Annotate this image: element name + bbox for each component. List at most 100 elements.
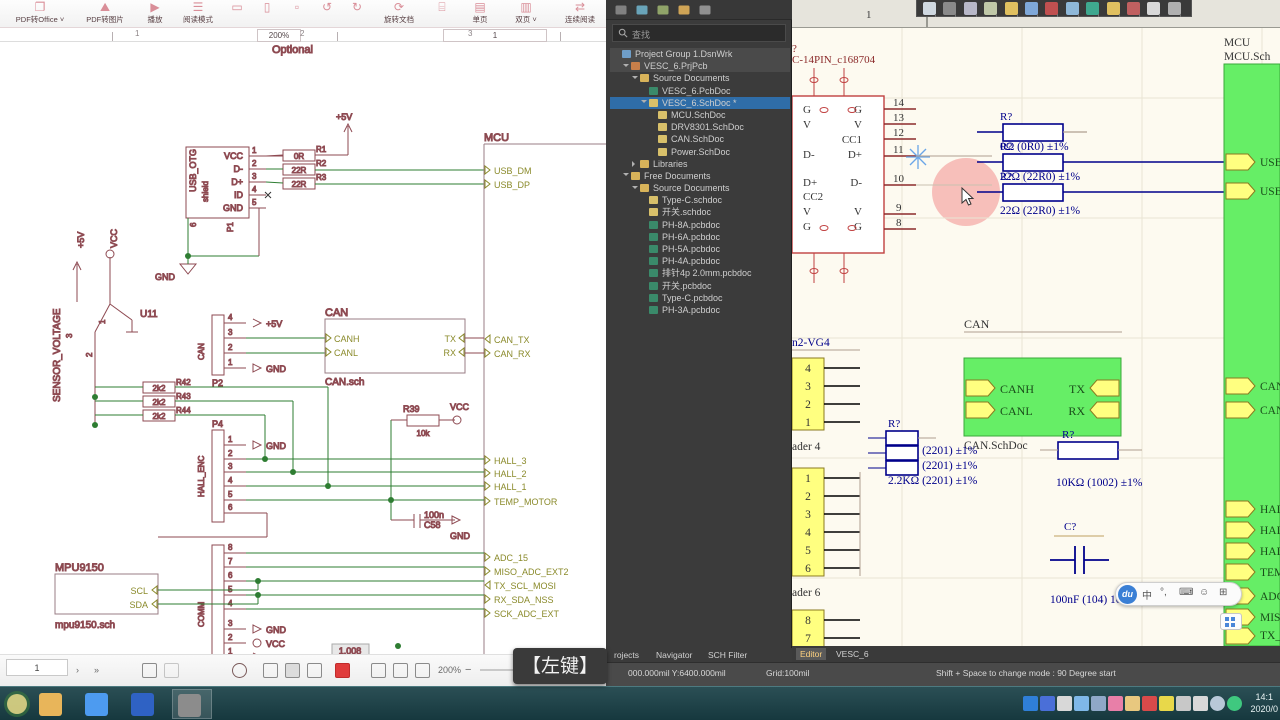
tree-item[interactable]: 开关.pcbdoc (610, 280, 790, 292)
tree-item[interactable]: Libraries (610, 158, 790, 170)
folder-icon[interactable] (677, 3, 691, 17)
pdf-tool-fit-page-icon[interactable]: ▯ (254, 0, 280, 28)
pdf-tool-read-mode-icon[interactable]: ☰ 阅读模式 (176, 0, 220, 28)
project-search-box[interactable]: 查找 (612, 24, 786, 42)
tray-cloud-sync-icon[interactable] (1040, 696, 1055, 711)
toolbar-dropdown-caret[interactable] (996, 14, 998, 17)
pdf-tool-fit-width-icon[interactable]: ▫ (284, 0, 310, 28)
tray-music-icon[interactable] (1057, 696, 1072, 711)
ime-toolbar[interactable]: du 中 °, ⌨ ☺ ⊞ (1115, 582, 1242, 606)
pdf-presentation-icon[interactable] (142, 659, 157, 681)
toolbar-dropdown-caret[interactable] (1118, 14, 1120, 17)
panel-tab-rojects[interactable]: rojects (610, 649, 643, 661)
toolbar-dropdown-caret[interactable] (1139, 14, 1140, 17)
altium-floating-toolbar[interactable] (916, 0, 1192, 17)
editor-canvas[interactable]: ? C-14PIN_c168704 GV D- D+ CC2 VG G V CC… (792, 28, 1280, 646)
tree-item[interactable]: VESC_6.PrjPcb (610, 60, 790, 73)
pdf-tool-rotate-right-icon[interactable]: ↻ (344, 0, 370, 28)
pdf-tool-double-page-icon[interactable]: ▥ 双页 ˅ (504, 0, 548, 28)
tray-volume-icon[interactable] (1193, 696, 1208, 711)
taskbar-altium-designer-icon[interactable] (172, 689, 212, 719)
pdf-tool2-icon[interactable] (393, 659, 408, 681)
pdf-last-page-button[interactable]: » (94, 659, 99, 681)
settings-icon[interactable] (698, 3, 712, 17)
pdf-tool-play-icon[interactable]: ▶ 播放 (138, 0, 172, 28)
toolbar-dropdown-caret[interactable] (1098, 14, 1100, 17)
taskbar-wps-writer-icon[interactable] (126, 689, 166, 719)
tray-image-icon[interactable] (1125, 696, 1140, 711)
tray-grid-icon[interactable] (1091, 696, 1106, 711)
chevron-right-icon[interactable] (632, 161, 635, 168)
pdf-view-scroll-icon[interactable] (263, 659, 278, 681)
taskbar-file-explorer-icon[interactable] (34, 689, 74, 719)
pdf-next-page-button[interactable]: › (76, 659, 79, 681)
pdf-tool-page-layout-icon[interactable]: ⌸ (428, 0, 456, 28)
tree-item[interactable]: 排针4p 2.0mm.pcbdoc (610, 267, 790, 279)
tree-item[interactable]: 开关.schdoc (610, 206, 790, 218)
tree-item[interactable]: CAN.SchDoc (610, 133, 790, 145)
tree-item[interactable]: PH-5A.pcbdoc (610, 243, 790, 255)
pdf-tool-single-page-icon[interactable]: ▭ (224, 0, 250, 28)
toolbar-dropdown-caret[interactable] (975, 14, 977, 17)
pdf-zoom-out-button[interactable]: − (465, 659, 471, 681)
toolbar-dropdown-caret[interactable] (1057, 14, 1059, 17)
tree-item[interactable]: Type-C.schdoc (610, 194, 790, 206)
tree-item[interactable]: Free Documents (610, 170, 790, 182)
ime-punctuation-mode[interactable]: °, (1160, 587, 1167, 598)
chevron-down-icon[interactable] (623, 63, 629, 70)
tray-box-icon[interactable] (1074, 696, 1089, 711)
pdf-tool1-icon[interactable] (371, 659, 386, 681)
editor-tab-vesc_6[interactable]: VESC_6 (832, 648, 873, 660)
pdf-page-number-input[interactable]: 1 (6, 659, 68, 676)
tree-item[interactable]: VESC_6.SchDoc * (610, 96, 790, 109)
tray-yellow-arrow-icon[interactable] (1159, 696, 1174, 711)
ime-user-icon[interactable]: ☺ (1199, 587, 1209, 598)
ime-toolbox-icon[interactable]: ⊞ (1219, 587, 1227, 598)
toolbar-dropdown-caret[interactable] (1016, 14, 1018, 17)
toolbar-dropdown-caret[interactable] (1077, 14, 1079, 17)
pdf-view-single-icon[interactable] (285, 659, 300, 681)
tree-item[interactable]: PH-3A.pcbdoc (610, 304, 790, 316)
tree-item[interactable]: Type-C.pcbdoc (610, 292, 790, 304)
toolbar-dropdown-caret[interactable] (955, 14, 957, 17)
tray-baidu-icon[interactable] (1023, 696, 1038, 711)
tray-security-icon[interactable] (1227, 696, 1242, 711)
tree-item[interactable]: Power.SchDoc (610, 146, 790, 158)
chevron-down-icon[interactable] (632, 75, 638, 82)
pdf-record-button[interactable] (335, 659, 350, 681)
toolbar-dropdown-caret[interactable] (935, 14, 936, 17)
tree-item[interactable]: Project Group 1.DsnWrk (610, 48, 790, 61)
start-button[interactable] (2, 689, 32, 719)
chevron-down-icon[interactable] (641, 100, 647, 106)
pdf-zoom-value[interactable]: 200% (257, 29, 301, 42)
tree-item[interactable]: PH-6A.pcbdoc (610, 231, 790, 243)
toolbar-dropdown-caret[interactable] (1037, 14, 1038, 17)
pdf-zoom-label[interactable]: 200% (438, 659, 461, 681)
pdf-tool-continuous-read-icon[interactable]: ⇄ 连续阅读 (552, 0, 608, 28)
pdf-tool-pdf-to-image-icon[interactable]: ⛰ PDF转图片 (76, 0, 134, 28)
tree-item[interactable]: VESC_6.PcbDoc (610, 85, 790, 97)
chevron-down-icon[interactable] (623, 173, 629, 179)
tree-item[interactable]: DRV8301.SchDoc (610, 121, 790, 133)
home-icon[interactable] (635, 3, 649, 17)
ime-keyboard-icon[interactable]: ⌨ (1179, 587, 1193, 598)
taskbar-chrome-icon[interactable] (80, 689, 120, 719)
pdf-fullscreen-icon[interactable] (164, 659, 179, 681)
toolbar-dropdown-caret[interactable] (1179, 14, 1181, 17)
pdf-tool-pdf-to-office-icon[interactable]: ❐ PDF转Office ˅ (8, 0, 72, 28)
tray-flower-icon[interactable] (1108, 696, 1123, 711)
tray-network-icon[interactable] (1210, 696, 1225, 711)
history-icon[interactable] (656, 3, 670, 17)
toolbar-dropdown-caret[interactable] (1159, 14, 1161, 17)
tray-red-dot-icon[interactable] (1142, 696, 1157, 711)
pdf-tool-rotate-left-icon[interactable]: ↺ (314, 0, 340, 28)
tree-item[interactable]: PH-8A.pcbdoc (610, 219, 790, 231)
tree-item[interactable]: Source Documents (610, 182, 790, 194)
tray-speaker-mute-icon[interactable] (1176, 696, 1191, 711)
project-tree[interactable]: Project Group 1.DsnWrk VESC_6.PrjPcb Sourc… (610, 48, 790, 648)
tree-item[interactable]: Source Documents (610, 72, 790, 84)
panel-tab-sch-filter[interactable]: SCH Filter (704, 649, 751, 661)
ime-mini-toolbox-icon[interactable] (1220, 613, 1242, 630)
pdf-tool-single-view-icon[interactable]: ▤ 单页 (460, 0, 500, 28)
pdf-view-double-icon[interactable] (307, 659, 322, 681)
